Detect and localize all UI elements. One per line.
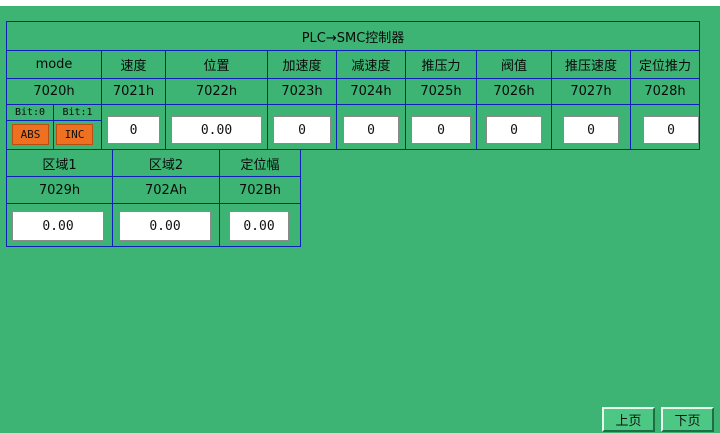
header-speed: 速度 — [101, 50, 166, 79]
header-push-speed: 推压速度 — [551, 50, 631, 79]
bit1-label: Bit:1 — [62, 107, 93, 118]
push-speed-input[interactable]: 0 — [563, 116, 619, 144]
next-page-button[interactable]: 下页 — [661, 407, 714, 432]
accel-input[interactable]: 0 — [273, 116, 331, 144]
position-thrust-input[interactable]: 0 — [643, 116, 699, 144]
header-threshold-label: 阀值 — [500, 59, 527, 74]
addr-push-speed: 7027h — [551, 78, 631, 105]
header-zone2: 区域2 — [112, 149, 220, 177]
addr-mode: 7020h — [6, 78, 102, 105]
position-value: 0.00 — [200, 122, 233, 138]
top-bar — [0, 0, 720, 6]
addr-decel-text: 7024h — [350, 84, 392, 99]
header-position-label: 位置 — [203, 59, 230, 74]
header-push-force-label: 推压力 — [421, 59, 461, 74]
zone2-value: 0.00 — [149, 218, 181, 234]
zone1-value: 0.00 — [42, 218, 74, 234]
abs-button[interactable]: ABS — [12, 124, 49, 145]
inc-button-label: INC — [64, 128, 85, 141]
next-page-label: 下页 — [674, 414, 701, 429]
addr-threshold: 7026h — [476, 78, 552, 105]
threshold-value: 0 — [510, 122, 518, 138]
accel-value: 0 — [298, 122, 306, 138]
addr-decel: 7024h — [336, 78, 406, 105]
header-mode-label: mode — [35, 57, 73, 72]
bit0-label: Bit:0 — [14, 107, 46, 118]
header-push-speed-label: 推压速度 — [564, 59, 617, 74]
addr-position-text: 7022h — [195, 84, 238, 99]
addr-zone1-text: 7029h — [38, 182, 81, 198]
header-speed-label: 速度 — [120, 59, 147, 74]
header-position-thrust-label: 定位推力 — [638, 59, 691, 74]
addr-push-speed-text: 7027h — [570, 84, 612, 99]
addr-position-thrust: 7028h — [630, 78, 700, 105]
position-thrust-value: 0 — [667, 122, 675, 138]
header-threshold: 阀值 — [476, 50, 552, 79]
header-position-width-label: 定位幅 — [240, 157, 280, 173]
header-zone1: 区域1 — [6, 149, 113, 177]
addr-zone1: 7029h — [6, 176, 113, 204]
addr-speed-text: 7021h — [112, 84, 155, 99]
addr-threshold-text: 7026h — [493, 84, 535, 99]
abs-button-label: ABS — [20, 128, 41, 141]
addr-accel-text: 7023h — [281, 84, 323, 99]
addr-mode-text: 7020h — [33, 84, 75, 99]
position-width-input[interactable]: 0.00 — [229, 211, 289, 241]
decel-value: 0 — [367, 122, 375, 138]
addr-position-thrust-text: 7028h — [644, 84, 686, 99]
push-force-input[interactable]: 0 — [411, 116, 471, 144]
bit0-label-cell: Bit:0 — [6, 104, 54, 121]
addr-zone2: 702Ah — [112, 176, 220, 204]
header-zone1-label: 区域1 — [42, 157, 77, 173]
bit1-label-cell: Bit:1 — [53, 104, 102, 121]
panel-title: PLC→SMC控制器 — [6, 21, 700, 51]
header-position: 位置 — [165, 50, 268, 79]
header-decel-label: 减速度 — [351, 59, 391, 74]
header-accel-label: 加速度 — [282, 59, 322, 74]
zone1-input[interactable]: 0.00 — [12, 211, 104, 241]
position-input[interactable]: 0.00 — [171, 116, 262, 144]
prev-page-label: 上页 — [615, 414, 642, 429]
decel-input[interactable]: 0 — [343, 116, 399, 144]
header-zone2-label: 区域2 — [148, 157, 184, 173]
header-position-thrust: 定位推力 — [630, 50, 700, 79]
panel-title-text: PLC→SMC控制器 — [301, 30, 405, 46]
addr-zone2-text: 702Ah — [145, 182, 187, 198]
addr-push-force: 7025h — [405, 78, 477, 105]
header-decel: 减速度 — [336, 50, 406, 79]
header-accel: 加速度 — [267, 50, 337, 79]
addr-push-force-text: 7025h — [420, 84, 462, 99]
addr-position-width-text: 702Bh — [239, 182, 281, 198]
threshold-input[interactable]: 0 — [486, 116, 542, 144]
header-position-width: 定位幅 — [219, 149, 301, 177]
header-mode: mode — [6, 50, 102, 79]
prev-page-button[interactable]: 上页 — [602, 407, 655, 432]
addr-speed: 7021h — [101, 78, 166, 105]
addr-accel: 7023h — [267, 78, 337, 105]
push-force-value: 0 — [437, 122, 445, 138]
inc-button[interactable]: INC — [56, 124, 93, 145]
push-speed-value: 0 — [587, 122, 595, 138]
addr-position: 7022h — [165, 78, 268, 105]
addr-position-width: 702Bh — [219, 176, 301, 204]
header-push-force: 推压力 — [405, 50, 477, 79]
speed-value: 0 — [129, 122, 138, 138]
position-width-value: 0.00 — [243, 218, 275, 234]
zone2-input[interactable]: 0.00 — [119, 211, 211, 241]
speed-input[interactable]: 0 — [107, 116, 160, 144]
